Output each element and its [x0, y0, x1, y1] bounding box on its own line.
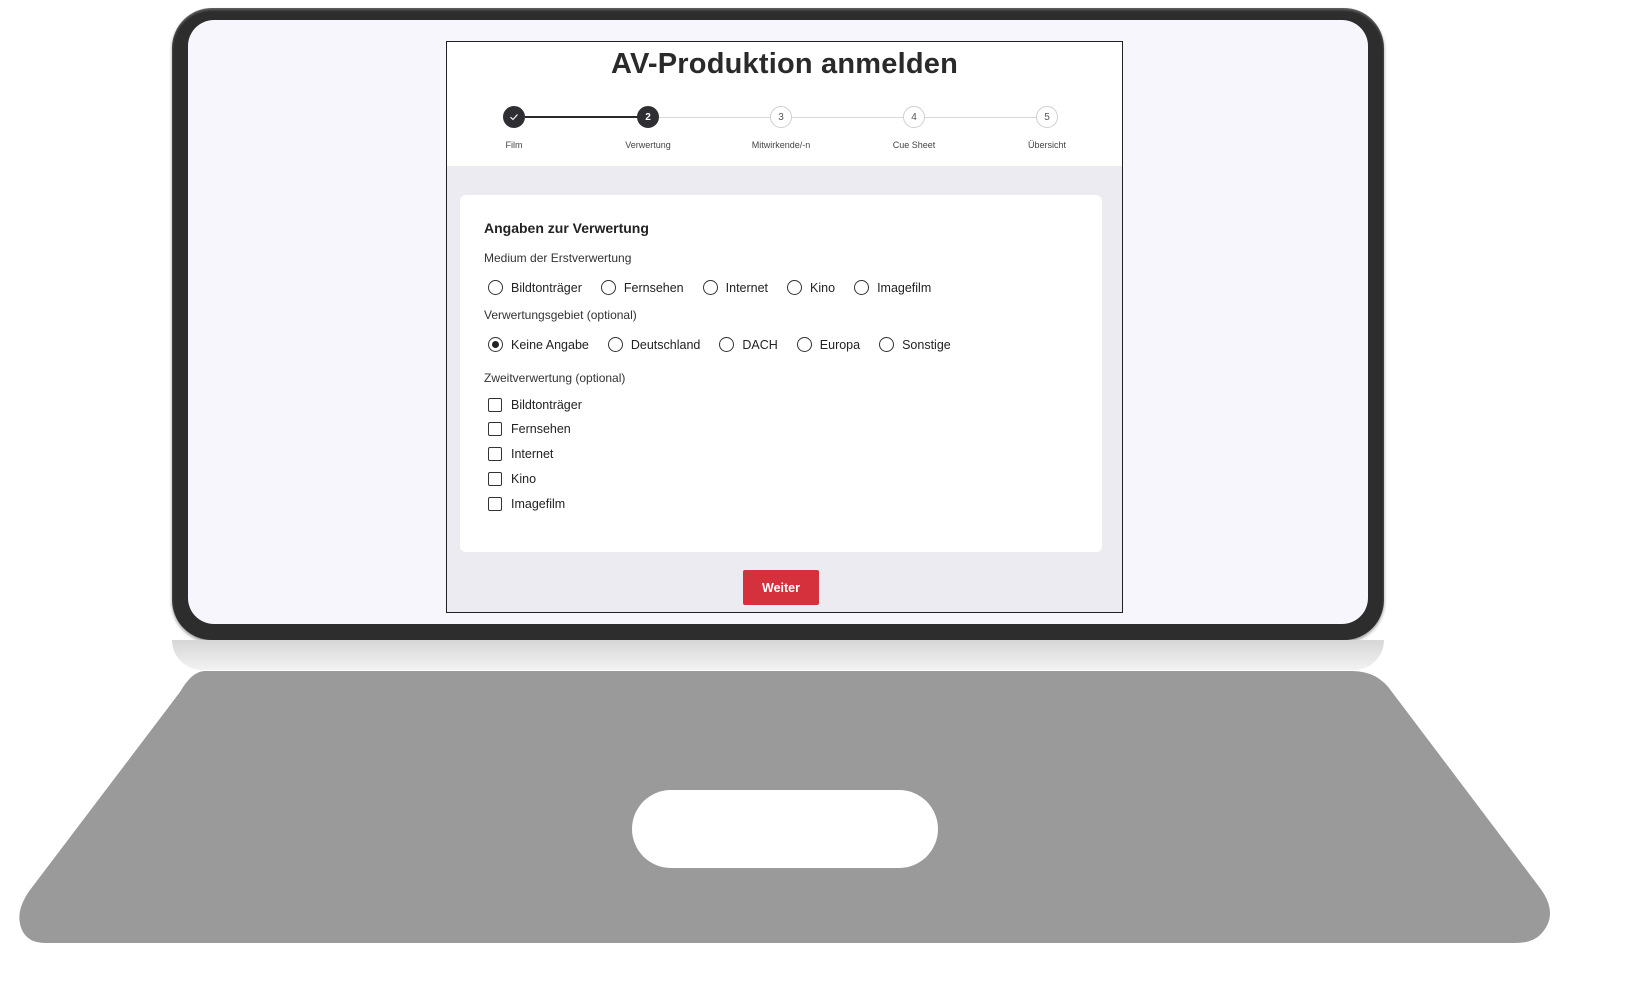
stepper-connector [659, 117, 783, 118]
gebiet-label: Verwertungsgebiet (optional) [484, 308, 637, 322]
checkbox[interactable] [488, 398, 502, 412]
medium-option-kino[interactable]: Kino [787, 280, 835, 295]
step-verwertung-label: Verwertung [625, 140, 671, 150]
zweit-option-internet[interactable]: Internet [488, 447, 553, 461]
zweit-label: Zweitverwertung (optional) [484, 371, 626, 385]
next-button[interactable]: Weiter [743, 570, 819, 605]
laptop-touchpad [632, 790, 938, 868]
gebiet-option-deutschland[interactable]: Deutschland [607, 337, 700, 352]
checkbox[interactable] [488, 422, 502, 436]
step-film-label: Film [505, 140, 523, 150]
step-uebersicht-circle[interactable]: 5 [1036, 106, 1058, 128]
check-icon [510, 114, 518, 121]
stepper-connector [525, 116, 649, 118]
step-cue-sheet-circle[interactable]: 4 [903, 106, 925, 128]
step-mitwirkende-circle[interactable]: 3 [770, 106, 792, 128]
radio-button-selected[interactable] [488, 337, 503, 352]
radio-button[interactable] [600, 280, 616, 295]
radio-button[interactable] [607, 337, 623, 352]
radio-button[interactable] [787, 280, 803, 295]
step-mitwirkende-label: Mitwirkende/-n [751, 140, 811, 150]
radio-button[interactable] [702, 280, 718, 295]
form-card: Angaben zur Verwertung Medium der Erstve… [460, 195, 1102, 552]
gebiet-option-dach[interactable]: DACH [719, 337, 778, 352]
step-cue-sheet-label: Cue Sheet [892, 140, 936, 150]
gebiet-radio-group: Keine Angabe Deutschland DACH Europa Son… [488, 337, 970, 352]
stepper-connector [925, 117, 1049, 118]
medium-option-internet[interactable]: Internet [702, 280, 768, 295]
medium-radio-group: Bildtonträger Fernsehen Internet Kino Im… [488, 280, 950, 295]
stepper-connector [792, 117, 916, 118]
step-film-circle[interactable] [503, 106, 525, 128]
step-verwertung-circle[interactable]: 2 [637, 106, 659, 128]
radio-button[interactable] [796, 337, 812, 352]
medium-label: Medium der Erstverwertung [484, 251, 632, 265]
radio-button[interactable] [719, 337, 735, 352]
radio-button[interactable] [488, 280, 503, 295]
zweit-option-kino[interactable]: Kino [488, 472, 536, 486]
checkbox[interactable] [488, 447, 502, 461]
medium-option-imagefilm[interactable]: Imagefilm [854, 280, 931, 295]
gebiet-option-europa[interactable]: Europa [796, 337, 860, 352]
checkbox[interactable] [488, 497, 502, 511]
step-uebersicht-label: Übersicht [1027, 140, 1066, 150]
zweit-option-imagefilm[interactable]: Imagefilm [488, 497, 565, 511]
app-header: AV-Produktion anmelden Film 2 Verwertung… [447, 42, 1122, 166]
page-title: AV-Produktion anmelden [610, 48, 959, 80]
radio-button[interactable] [854, 280, 870, 295]
checkbox[interactable] [488, 472, 502, 486]
medium-option-fernsehen[interactable]: Fernsehen [600, 280, 684, 295]
radio-button[interactable] [879, 337, 895, 352]
section-title: Angaben zur Verwertung [484, 220, 649, 236]
gebiet-option-keine-angabe[interactable]: Keine Angabe [488, 337, 589, 352]
medium-option-bildtontraeger[interactable]: Bildtonträger [488, 280, 582, 295]
zweit-option-fernsehen[interactable]: Fernsehen [488, 422, 571, 436]
gebiet-option-sonstige[interactable]: Sonstige [879, 337, 951, 352]
zweit-option-bildtontraeger[interactable]: Bildtonträger [488, 398, 582, 412]
app-window: AV-Produktion anmelden Film 2 Verwertung… [446, 41, 1123, 613]
